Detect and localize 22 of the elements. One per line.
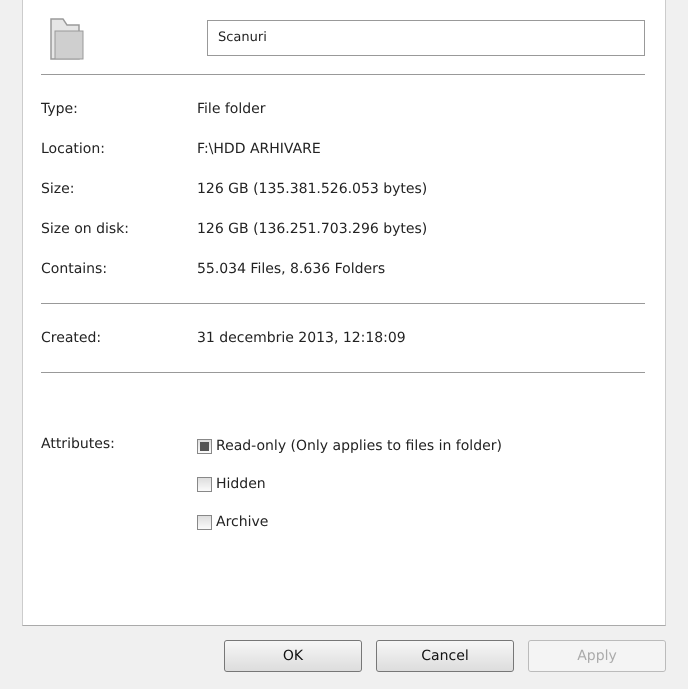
checkbox[interactable] [197, 476, 212, 492]
checkbox-label[interactable]: Read-only (Only applies to files in folder) [216, 438, 502, 454]
property-label: Size: [41, 181, 76, 197]
attributes-label: Attributes: [41, 435, 116, 454]
property-label: Size on disk: [41, 221, 130, 237]
checkbox-label[interactable]: Archive [216, 514, 268, 530]
property-value: File folder [197, 101, 266, 117]
dialog-button[interactable]: OK [224, 640, 362, 672]
checkbox[interactable] [197, 514, 212, 530]
property-value: F:\HDD ARHIVARE [197, 141, 321, 157]
property-label: Type: [41, 101, 79, 117]
property-label: Created: [41, 330, 102, 346]
name-field[interactable]: Scanuri [207, 20, 645, 56]
checkbox-label[interactable]: Hidden [216, 476, 266, 492]
dialog-button[interactable]: Cancel [376, 640, 514, 672]
property-value: 126 GB (135.381.526.053 bytes) [197, 181, 428, 197]
property-value: 126 GB (136.251.703.296 bytes) [197, 221, 428, 237]
property-label: Contains: [41, 261, 108, 277]
checkbox[interactable] [197, 438, 212, 454]
property-value: 31 decembrie 2013, 12:18:09 [197, 330, 406, 346]
property-value: 55.034 Files, 8.636 Folders [197, 261, 386, 277]
property-label: Location: [41, 141, 106, 157]
